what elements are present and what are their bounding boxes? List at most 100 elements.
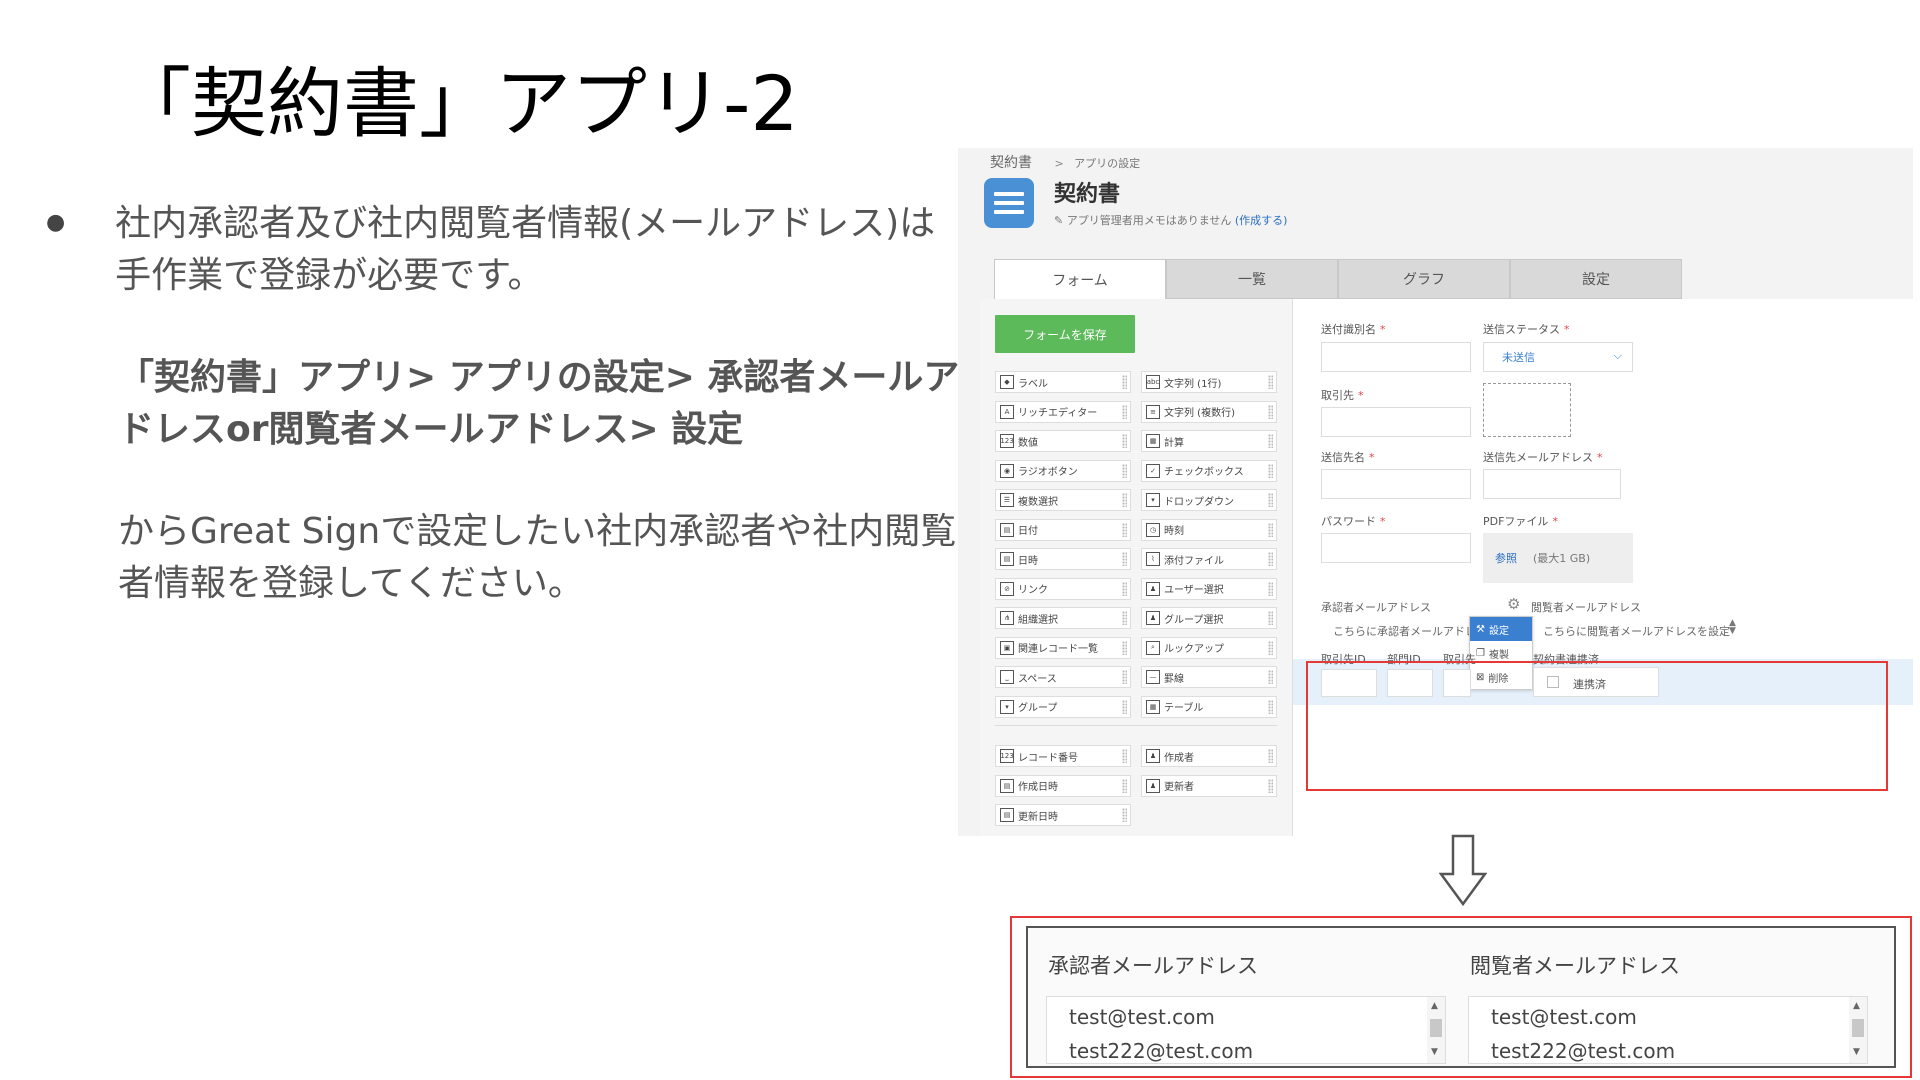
viewer-email-list[interactable]: test@test.com test222@test.com ▲ ▼	[1468, 996, 1868, 1064]
palette-item[interactable]: ▤ 日付	[995, 518, 1131, 541]
palette-item[interactable]: ☰ 複数選択	[995, 489, 1131, 511]
scrollbar-thumb[interactable]	[1430, 1019, 1442, 1037]
drag-handle-icon[interactable]	[1122, 375, 1127, 389]
palette-item[interactable]: ⋔ 組織選択	[995, 607, 1131, 629]
palette-item[interactable]: ▤ 日時	[995, 548, 1131, 570]
lookup-placeholder[interactable]	[1483, 383, 1571, 437]
recipient-name-input[interactable]	[1321, 469, 1471, 499]
palette-item[interactable]: ◷ 時刻	[1141, 518, 1277, 541]
palette-item[interactable]: ♟ グループ選択	[1141, 607, 1277, 629]
drag-handle-icon[interactable]	[1122, 640, 1127, 655]
send-status-select[interactable]: 未送信 ⌵	[1483, 342, 1633, 372]
memo-create-link[interactable]: (作成する)	[1235, 214, 1288, 227]
palette-item[interactable]: 123 数値	[995, 430, 1131, 452]
palette-item[interactable]: ⊘ リンク	[995, 577, 1131, 600]
palette-item[interactable]: ▾ ドロップダウン	[1141, 489, 1277, 511]
attachment-icon: ⌇	[1146, 552, 1160, 566]
palette-item[interactable]: abc 文字列 (1行)	[1141, 371, 1277, 393]
send-id-input[interactable]	[1321, 342, 1471, 372]
viewer-list-scrollbar[interactable]: ▲ ▼	[1849, 997, 1867, 1063]
palette-item-label: テーブル	[1164, 703, 1204, 714]
scroll-up-icon[interactable]: ▲	[1431, 1001, 1438, 1011]
palette-item[interactable]: ▣ 関連レコード一覧	[995, 636, 1131, 659]
customer-input[interactable]	[1321, 407, 1471, 437]
drag-handle-icon[interactable]	[1122, 699, 1127, 714]
updater-icon: ♟	[1146, 778, 1160, 793]
drag-handle-icon[interactable]	[1122, 463, 1127, 478]
app-list-icon	[984, 178, 1034, 228]
gear-icon[interactable]: ⚙	[1507, 595, 1520, 613]
tab-settings[interactable]: 設定	[1510, 259, 1682, 299]
approver-email-list[interactable]: test@test.com test222@test.com ▲ ▼	[1046, 996, 1446, 1064]
drag-handle-icon[interactable]	[1122, 808, 1127, 822]
drag-handle-icon[interactable]	[1122, 611, 1127, 625]
settings-tabs: フォーム 一覧 グラフ 設定	[994, 259, 1682, 299]
palette-item[interactable]: ▤ 作成日時	[995, 774, 1131, 797]
palette-item[interactable]: ♟ ユーザー選択	[1141, 577, 1277, 600]
approver-list-scrollbar[interactable]: ▲ ▼	[1427, 997, 1445, 1063]
palette-item[interactable]: 123 レコード番号	[995, 745, 1131, 767]
palette-item-label: 日時	[1018, 555, 1038, 567]
drag-handle-icon[interactable]	[1268, 699, 1273, 714]
drag-handle-icon[interactable]	[1268, 670, 1273, 684]
drag-handle-icon[interactable]	[1122, 493, 1127, 507]
drag-handle-icon[interactable]	[1122, 581, 1127, 596]
palette-item[interactable]: A リッチエディター	[995, 400, 1131, 423]
palette-item[interactable]: ⌕ ルックアップ	[1141, 636, 1277, 659]
drag-handle-icon[interactable]	[1268, 434, 1273, 448]
drag-handle-icon[interactable]	[1268, 749, 1273, 763]
palette-item[interactable]: ◆ ラベル	[995, 371, 1131, 393]
viewer-email-item: test@test.com	[1491, 1005, 1637, 1029]
group-icon: ▾	[1000, 699, 1014, 714]
drag-handle-icon[interactable]	[1268, 493, 1273, 507]
drag-handle-icon[interactable]	[1122, 404, 1127, 419]
context-menu-settings[interactable]: ⚒ 設定	[1470, 617, 1532, 641]
drag-handle-icon[interactable]	[1122, 749, 1127, 763]
drag-handle-icon[interactable]	[1268, 522, 1273, 537]
viewer-email-placeholder[interactable]: こちらに閲覧者メールアドレスを設定	[1543, 623, 1730, 639]
navigation-path-paragraph: 「契約書」アプリ> アプリの設定> 承認者メールアドレスor閲覧者メールアドレス…	[118, 357, 960, 450]
pdf-browse-link[interactable]: 参照	[1495, 550, 1517, 566]
drag-handle-icon[interactable]	[1122, 434, 1127, 448]
drag-handle-icon[interactable]	[1268, 581, 1273, 596]
drag-handle-icon[interactable]	[1268, 552, 1273, 566]
drag-handle-icon[interactable]	[1268, 375, 1273, 389]
palette-item[interactable]: ◉ ラジオボタン	[995, 459, 1131, 482]
tab-list[interactable]: 一覧	[1166, 259, 1338, 299]
drag-handle-icon[interactable]	[1268, 778, 1273, 793]
palette-item[interactable]: — 罫線	[1141, 666, 1277, 688]
drag-handle-icon[interactable]	[1268, 640, 1273, 655]
palette-item[interactable]: ≡ 文字列 (複数行)	[1141, 400, 1277, 423]
palette-item[interactable]: ▦ テーブル	[1141, 695, 1277, 718]
spinner-icon[interactable]: ▲ ▼	[1729, 619, 1736, 636]
drag-handle-icon[interactable]	[1122, 522, 1127, 537]
tab-graph[interactable]: グラフ	[1338, 259, 1510, 299]
palette-item[interactable]: ✓ チェックボックス	[1141, 459, 1277, 482]
drag-handle-icon[interactable]	[1122, 552, 1127, 566]
viewer-email-label: 閲覧者メールアドレス	[1531, 601, 1641, 614]
drag-handle-icon[interactable]	[1122, 778, 1127, 793]
slide-title: 「契約書」アプリ-2	[115, 59, 799, 148]
approver-email-label: 承認者メールアドレス	[1048, 954, 1258, 978]
drag-handle-icon[interactable]	[1268, 611, 1273, 625]
palette-item[interactable]: ♟ 作成者	[1141, 745, 1277, 767]
save-form-button[interactable]: フォームを保存	[995, 315, 1135, 353]
drag-handle-icon[interactable]	[1268, 463, 1273, 478]
palette-item[interactable]: ♟ 更新者	[1141, 774, 1277, 797]
palette-item[interactable]: ▦ 計算	[1141, 430, 1277, 452]
password-input[interactable]	[1321, 533, 1471, 563]
scroll-up-icon[interactable]: ▲	[1853, 1001, 1860, 1011]
tab-form[interactable]: フォーム	[994, 259, 1166, 299]
scroll-down-icon[interactable]: ▼	[1431, 1047, 1438, 1057]
scrollbar-thumb[interactable]	[1852, 1019, 1864, 1037]
palette-item[interactable]: ▤ 更新日時	[995, 804, 1131, 826]
scroll-down-icon[interactable]: ▼	[1853, 1047, 1860, 1057]
breadcrumb-root[interactable]: 契約書	[990, 155, 1032, 171]
palette-item[interactable]: ▾ グループ	[995, 695, 1131, 718]
recipient-email-input[interactable]	[1483, 469, 1621, 499]
text-multi-icon: ≡	[1146, 404, 1160, 419]
palette-item[interactable]: ⌇ 添付ファイル	[1141, 548, 1277, 570]
drag-handle-icon[interactable]	[1268, 404, 1273, 419]
palette-item[interactable]: ⎵ スペース	[995, 666, 1131, 688]
drag-handle-icon[interactable]	[1122, 670, 1127, 684]
